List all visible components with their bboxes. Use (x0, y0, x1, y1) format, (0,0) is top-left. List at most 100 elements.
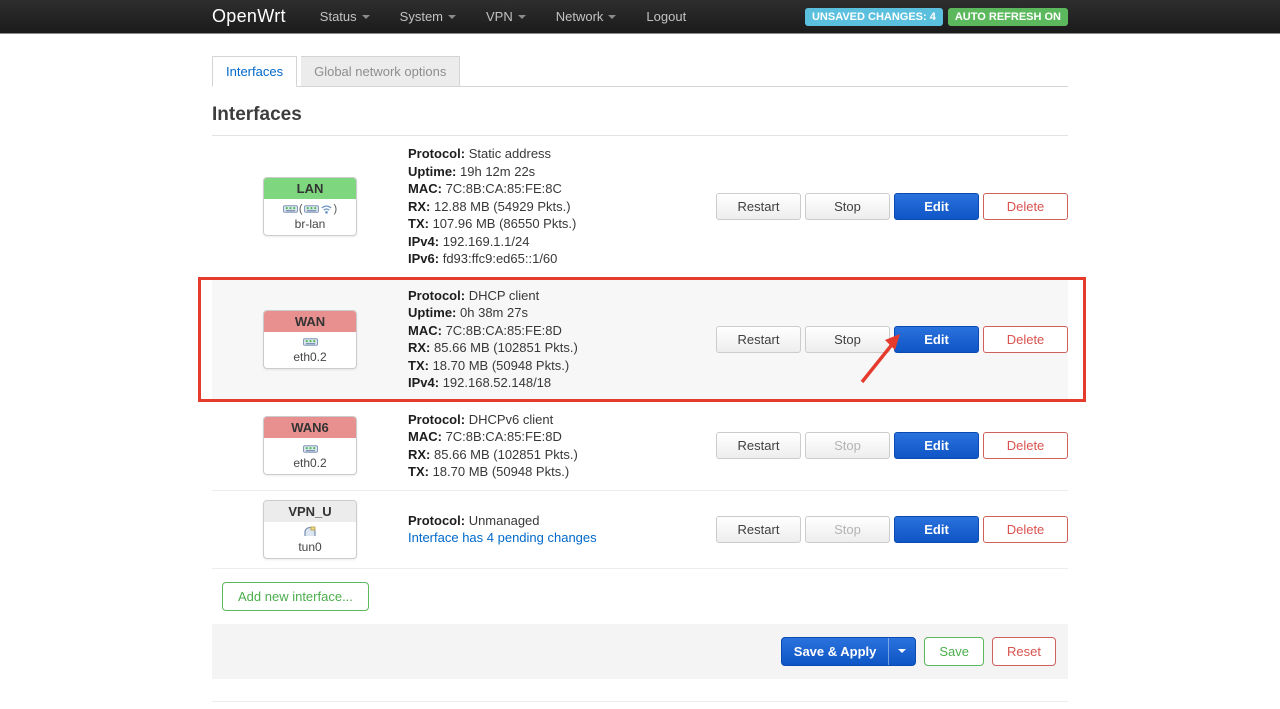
info-value: DHCPv6 client (469, 412, 554, 427)
interface-row-lan: LAN ( ) br-lan Protocol: Static address … (212, 136, 1068, 278)
info-value: 7C:8B:CA:85:FE:8D (446, 429, 562, 444)
top-navbar: OpenWrt Status System VPN Network Logout… (0, 0, 1280, 34)
stop-button-lan[interactable]: Stop (805, 193, 890, 220)
nav-menu-network[interactable]: Network (556, 9, 617, 24)
chevron-down-icon (362, 15, 370, 19)
stop-button-wan6[interactable]: Stop (805, 432, 890, 459)
info-value: 7C:8B:CA:85:FE:8C (446, 181, 562, 196)
interface-badge-name: LAN (264, 178, 356, 199)
restart-button-vpnu[interactable]: Restart (716, 516, 801, 543)
info-label: Protocol: (408, 288, 465, 303)
interface-info-wan6: Protocol: DHCPv6 client MAC: 7C:8B:CA:85… (408, 411, 702, 481)
info-label: Protocol: (408, 412, 465, 427)
info-value: 107.96 MB (86550 Pkts.) (433, 216, 577, 231)
add-new-interface-button[interactable]: Add new interface... (222, 582, 369, 611)
tab-interfaces[interactable]: Interfaces (212, 56, 297, 87)
interface-info-wan: Protocol: DHCP client Uptime: 0h 38m 27s… (408, 287, 702, 392)
chevron-down-icon (518, 15, 526, 19)
info-value: 192.168.52.148/18 (443, 375, 551, 390)
chevron-down-icon (448, 15, 456, 19)
pending-changes-link[interactable]: Interface has 4 pending changes (408, 530, 597, 545)
tunnel-icon (264, 525, 356, 540)
nav-menu-vpn[interactable]: VPN (486, 9, 526, 24)
info-value: 192.169.1.1/24 (443, 234, 530, 249)
nav-menu-system-label: System (400, 9, 443, 24)
interface-device-name: tun0 (264, 540, 356, 554)
nav-menu-vpn-label: VPN (486, 9, 513, 24)
interface-info-vpnu: Protocol: Unmanaged Interface has 4 pend… (408, 512, 702, 547)
save-and-apply-button[interactable]: Save & Apply (781, 637, 917, 666)
save-apply-dropdown-toggle[interactable] (888, 638, 915, 665)
info-value: 7C:8B:CA:85:FE:8D (446, 323, 562, 338)
info-label: IPv4: (408, 234, 439, 249)
unsaved-changes-badge[interactable]: UNSAVED CHANGES: 4 (805, 8, 943, 26)
info-value: Static address (469, 146, 551, 161)
nav-logout[interactable]: Logout (646, 9, 686, 24)
info-label: Protocol: (408, 513, 465, 528)
delete-button-wan[interactable]: Delete (983, 326, 1068, 353)
chevron-down-icon (608, 15, 616, 19)
delete-button-wan6[interactable]: Delete (983, 432, 1068, 459)
info-label: Uptime: (408, 305, 456, 320)
interface-row-wan: WAN eth0.2 Protocol: DHCP client Uptime:… (212, 278, 1068, 402)
edit-button-lan[interactable]: Edit (894, 193, 979, 220)
info-value: 0h 38m 27s (460, 305, 528, 320)
restart-button-wan[interactable]: Restart (716, 326, 801, 353)
save-button[interactable]: Save (924, 637, 984, 666)
footer: Powered by LuCI openwrt-19.07 branch (gi… (212, 701, 1068, 709)
edit-button-wan6[interactable]: Edit (894, 432, 979, 459)
info-value: 19h 12m 22s (460, 164, 535, 179)
openwrt-logo: OpenWrt (212, 6, 286, 27)
nav-menu-network-label: Network (556, 9, 604, 24)
reset-button[interactable]: Reset (992, 637, 1056, 666)
interface-badge-name: WAN (264, 311, 356, 332)
ethernet-switch-icon (264, 441, 356, 456)
delete-button-vpnu[interactable]: Delete (983, 516, 1068, 543)
stop-button-vpnu[interactable]: Stop (805, 516, 890, 543)
chevron-down-icon (898, 649, 906, 653)
save-action-bar: Save & Apply Save Reset (212, 624, 1068, 679)
info-label: MAC: (408, 181, 442, 196)
info-label: TX: (408, 358, 429, 373)
interface-badge-lan: LAN ( ) br-lan (263, 177, 357, 236)
info-label: RX: (408, 199, 430, 214)
interface-row-vpnu: VPN_U tun0 Protocol: Unmanaged Interface… (212, 491, 1068, 569)
info-value: fd93:ffc9:ed65::1/60 (443, 251, 558, 266)
save-and-apply-label: Save & Apply (782, 638, 889, 665)
info-label: TX: (408, 216, 429, 231)
interface-device-name: eth0.2 (264, 350, 356, 364)
restart-button-lan[interactable]: Restart (716, 193, 801, 220)
info-label: IPv6: (408, 251, 439, 266)
nav-menu-system[interactable]: System (400, 9, 456, 24)
info-label: IPv4: (408, 375, 439, 390)
stop-button-wan[interactable]: Stop (805, 326, 890, 353)
info-value: 12.88 MB (54929 Pkts.) (434, 199, 571, 214)
edit-button-wan[interactable]: Edit (894, 326, 979, 353)
info-label: Protocol: (408, 146, 465, 161)
info-value: 85.66 MB (102851 Pkts.) (434, 447, 578, 462)
info-value: DHCP client (469, 288, 540, 303)
info-label: RX: (408, 340, 430, 355)
interface-badge-vpnu: VPN_U tun0 (263, 500, 357, 559)
edit-button-vpnu[interactable]: Edit (894, 516, 979, 543)
info-label: MAC: (408, 323, 442, 338)
info-value: 18.70 MB (50948 Pkts.) (433, 358, 570, 373)
interface-badge-name: WAN6 (264, 417, 356, 438)
interface-info-lan: Protocol: Static address Uptime: 19h 12m… (408, 145, 702, 268)
nav-menu-status[interactable]: Status (320, 9, 370, 24)
ethernet-switch-icon (264, 335, 356, 350)
delete-button-lan[interactable]: Delete (983, 193, 1068, 220)
info-label: Uptime: (408, 164, 456, 179)
tab-bar: Interfaces Global network options (212, 56, 1068, 87)
ethernet-bridge-wifi-icon: ( ) (264, 202, 356, 217)
interface-badge-wan6: WAN6 eth0.2 (263, 416, 357, 475)
tab-global-network-options[interactable]: Global network options (301, 56, 460, 87)
interface-device-name: br-lan (264, 217, 356, 231)
interface-badge-wan: WAN eth0.2 (263, 310, 357, 369)
auto-refresh-badge[interactable]: AUTO REFRESH ON (948, 8, 1068, 26)
info-label: MAC: (408, 429, 442, 444)
restart-button-wan6[interactable]: Restart (716, 432, 801, 459)
info-label: TX: (408, 464, 429, 479)
info-value: 18.70 MB (50948 Pkts.) (433, 464, 570, 479)
interface-badge-name: VPN_U (264, 501, 356, 522)
